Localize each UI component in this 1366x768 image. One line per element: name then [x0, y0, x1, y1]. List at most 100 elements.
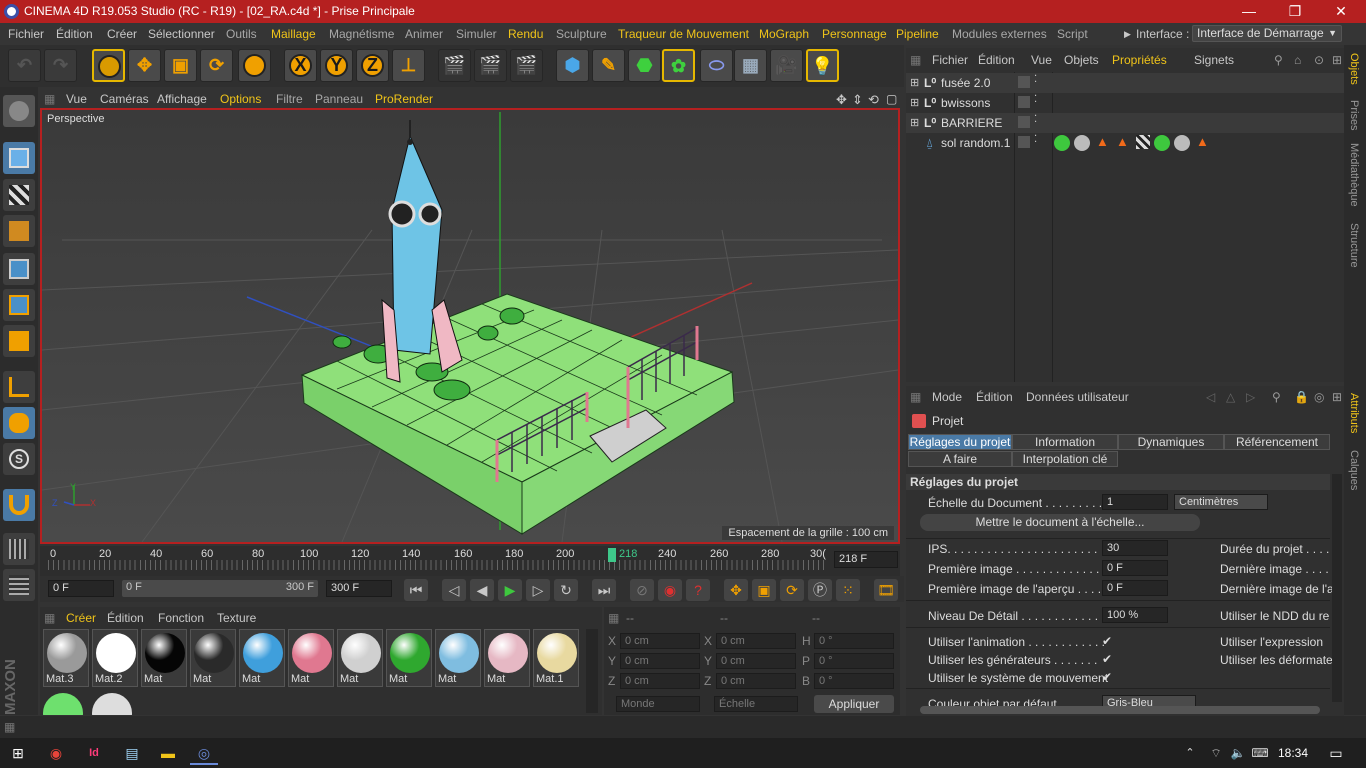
interface-select[interactable]: Interface de Démarrage ▼ [1192, 25, 1342, 42]
goto-end-button[interactable]: ⏭ [592, 579, 616, 601]
end-frame-field[interactable]: 300 F [326, 580, 392, 597]
scale-button[interactable]: ▣ [164, 49, 197, 82]
visibility-toggle[interactable] [1018, 116, 1030, 128]
vp-menu-panneau[interactable]: Panneau [315, 92, 363, 106]
obj-home-icon[interactable]: ⌂ [1294, 53, 1301, 67]
current-frame-field[interactable]: 218 F [834, 551, 898, 568]
dolly-icon[interactable]: ⇕ [852, 92, 863, 108]
floor-button[interactable]: ▦ [734, 49, 767, 82]
target-icon[interactable]: ◎ [1314, 390, 1324, 404]
ips-field[interactable]: 30 [1102, 540, 1168, 556]
vp-menu-vue[interactable]: Vue [66, 92, 87, 106]
menu-mograph[interactable]: MoGraph [759, 27, 809, 41]
vp-menu-prorender[interactable]: ProRender [375, 92, 433, 106]
start-frame-field[interactable]: 0 F [48, 580, 114, 597]
texture-mode-button[interactable] [3, 179, 35, 211]
file-explorer-icon[interactable]: ▬ [154, 741, 182, 765]
mat-menu-edition[interactable]: Édition [107, 611, 144, 625]
coord-value-field[interactable]: 0 ° [814, 633, 894, 649]
menu-pipeline[interactable]: Pipeline [896, 27, 939, 41]
menu-simuler[interactable]: Simuler [456, 27, 497, 41]
first-frame-field[interactable]: 0 F [1102, 560, 1168, 576]
dots-icon[interactable]: ⁚ [1034, 94, 1037, 105]
recent-tool-button[interactable] [238, 49, 271, 82]
notifications-icon[interactable]: ▭ [1322, 741, 1350, 765]
lod-field[interactable]: 100 % [1102, 607, 1168, 623]
use-motion-checkbox[interactable]: ✔ [1102, 670, 1112, 684]
clock[interactable]: 18:34 [1278, 746, 1308, 760]
object-row[interactable]: ⊞ L⁰ BARRIERE ⁚ [906, 113, 1344, 133]
points-mode-button[interactable] [3, 253, 35, 285]
pan-icon[interactable]: ✥ [836, 92, 847, 108]
tab-prises[interactable]: Prises [1348, 100, 1360, 131]
material-tag-icon[interactable] [1054, 135, 1070, 151]
material-tag-icon[interactable] [1074, 135, 1090, 151]
dots-icon[interactable]: ⁚ [1034, 114, 1037, 125]
coord-value-field[interactable]: 0 cm [620, 653, 700, 669]
apply-button[interactable]: Appliquer [814, 695, 894, 713]
rotate-button[interactable]: ⟳ [200, 49, 233, 82]
expand-icon[interactable]: ⊞ [910, 76, 919, 89]
material-swatch[interactable]: Mat [288, 629, 334, 687]
material-swatch[interactable]: Mat.2 [92, 629, 138, 687]
attr-search-icon[interactable]: ⚲ [1272, 390, 1281, 404]
object-row[interactable]: ⊞ L⁰ fusée 2.0 ⁚ [906, 73, 1344, 93]
cinema4d-taskbar-icon[interactable]: ◎ [190, 741, 218, 765]
menu-edition[interactable]: Édition [56, 27, 93, 41]
obj-menu-vue[interactable]: Vue [1031, 53, 1052, 67]
tweak-mode-button[interactable] [3, 407, 35, 439]
vp-menu-cameras[interactable]: Caméras [100, 92, 149, 106]
material-row2-a[interactable] [43, 693, 83, 715]
mat-menu-creer[interactable]: Créer [66, 611, 96, 625]
axis-mode-button[interactable] [3, 371, 35, 403]
undo-button[interactable]: ↶ [8, 49, 41, 82]
live-selection-button[interactable] [92, 49, 125, 82]
forward-arrow-icon[interactable]: ▷ [1246, 390, 1255, 404]
tab-structure[interactable]: Structure [1348, 223, 1360, 268]
keyboard-icon[interactable]: ⌨ [1246, 741, 1274, 765]
obj-new-window-icon[interactable]: ⊞ [1332, 53, 1342, 67]
dots-icon[interactable]: ⁚ [1034, 74, 1037, 85]
coord-scale-select[interactable]: Échelle [714, 696, 798, 712]
menu-selectionner[interactable]: Sélectionner [148, 27, 215, 41]
tab-a-faire[interactable]: A faire [908, 451, 1012, 467]
move-button[interactable]: ✥ [128, 49, 161, 82]
tab-information[interactable]: Information [1012, 434, 1118, 450]
use-generators-checkbox[interactable]: ✔ [1102, 652, 1112, 666]
model-mode-button[interactable] [3, 142, 35, 174]
range-slider[interactable]: 0 F 300 F [122, 580, 318, 597]
menu-traqueur[interactable]: Traqueur de Mouvement [618, 27, 749, 41]
next-frame-button[interactable]: ▷ [526, 579, 550, 601]
indesign-icon[interactable]: Id [80, 741, 108, 765]
obj-menu-objets[interactable]: Objets [1064, 53, 1099, 67]
scale-document-button[interactable]: Mettre le document à l'échelle... [920, 514, 1200, 531]
orbit-icon[interactable]: ⟲ [868, 92, 879, 108]
play-button[interactable]: ▶ [498, 579, 522, 601]
mat-scrollbar[interactable] [586, 629, 598, 713]
playhead[interactable] [608, 548, 616, 562]
vp-menu-affichage[interactable]: Affichage [157, 92, 207, 106]
obj-link-icon[interactable]: ⊙ [1314, 53, 1324, 67]
material-tag-icon[interactable] [1174, 135, 1190, 151]
triangle-tag-icon[interactable]: ▲ [1196, 134, 1209, 149]
attr-horizontal-scrollbar[interactable] [920, 706, 1320, 714]
menu-creer[interactable]: Créer [107, 27, 137, 41]
material-swatch[interactable]: Mat [484, 629, 530, 687]
menu-rendu[interactable]: Rendu [508, 27, 543, 41]
material-swatch[interactable]: Mat [386, 629, 432, 687]
tab-calques[interactable]: Calques [1348, 450, 1360, 490]
material-swatch[interactable]: Mat.3 [43, 629, 89, 687]
tab-interpolation-cle[interactable]: Interpolation clé [1012, 451, 1118, 467]
timeline-window-button[interactable]: 🎞 [874, 579, 898, 601]
triangle-tag-icon[interactable]: ▲ [1116, 134, 1129, 149]
key-position-button[interactable]: ✥ [724, 579, 748, 601]
coord-value-field[interactable]: 0 cm [716, 633, 796, 649]
menu-animer[interactable]: Animer [405, 27, 443, 41]
attr-menu-mode[interactable]: Mode [932, 390, 962, 404]
tab-mediatheque[interactable]: Médiathèque [1348, 143, 1360, 207]
visibility-toggle[interactable] [1018, 76, 1030, 88]
key-scale-button[interactable]: ▣ [752, 579, 776, 601]
menu-modules-externes[interactable]: Modules externes [952, 27, 1047, 41]
menu-outils[interactable]: Outils [226, 27, 257, 41]
key-param-button[interactable]: Ⓟ [808, 579, 832, 601]
